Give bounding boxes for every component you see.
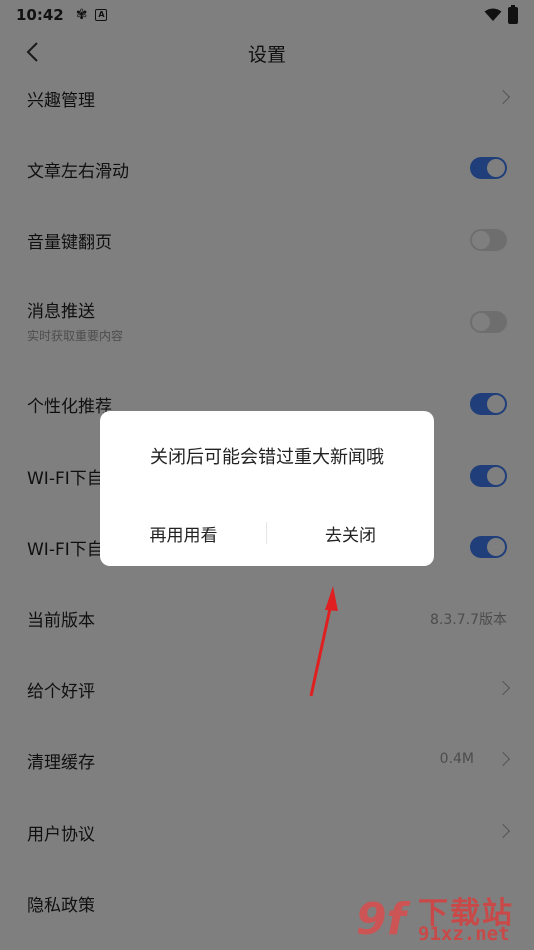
keep-using-button[interactable]: 再用用看	[100, 521, 267, 546]
annotation-arrow-icon	[309, 586, 338, 697]
confirm-dialog: 关闭后可能会错过重大新闻哦 再用用看 去关闭	[100, 411, 434, 566]
dialog-message: 关闭后可能会错过重大新闻哦	[150, 447, 384, 468]
watermark-mark: 9f	[356, 894, 406, 945]
watermark-domain: 91xz.net	[418, 923, 510, 945]
confirm-close-button[interactable]: 去关闭	[267, 521, 434, 546]
watermark-logo: 9f 下载站 91xz.net	[356, 888, 528, 948]
